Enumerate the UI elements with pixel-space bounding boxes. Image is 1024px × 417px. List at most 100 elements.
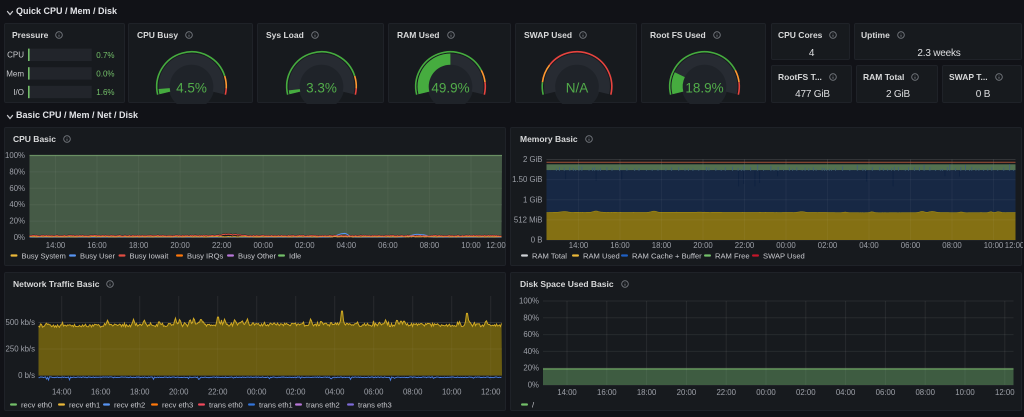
svg-text:500 kb/s: 500 kb/s: [6, 318, 36, 327]
svg-text:recv eth0: recv eth0: [21, 401, 52, 410]
svg-text:04:00: 04:00: [836, 388, 856, 397]
svg-text:14:00: 14:00: [569, 241, 589, 250]
svg-text:2 GiB: 2 GiB: [886, 89, 911, 100]
svg-text:06:00: 06:00: [876, 388, 896, 397]
svg-text:0 b/s: 0 b/s: [18, 371, 35, 380]
svg-text:14:00: 14:00: [52, 388, 72, 397]
svg-text:04:00: 04:00: [325, 388, 345, 397]
svg-text:00:00: 00:00: [247, 388, 267, 397]
svg-text:RAM Total: RAM Total: [532, 252, 567, 261]
svg-text:/: /: [532, 401, 535, 410]
svg-text:16:00: 16:00: [87, 241, 107, 250]
svg-text:22:00: 22:00: [716, 388, 736, 397]
svg-text:18:00: 18:00: [129, 241, 149, 250]
svg-text:08:00: 08:00: [420, 241, 440, 250]
svg-text:08:00: 08:00: [942, 241, 962, 250]
svg-text:20%: 20%: [523, 364, 539, 373]
svg-text:I/O: I/O: [13, 88, 24, 97]
svg-text:20:00: 20:00: [693, 241, 713, 250]
svg-text:trans eth1: trans eth1: [259, 401, 293, 410]
svg-text:04:00: 04:00: [859, 241, 879, 250]
svg-text:SWAP Used: SWAP Used: [763, 252, 805, 261]
svg-text:10:00: 10:00: [984, 241, 1004, 250]
svg-text:Busy User: Busy User: [80, 252, 115, 261]
svg-text:04:00: 04:00: [337, 241, 357, 250]
svg-text:40%: 40%: [9, 200, 25, 209]
svg-text:16:00: 16:00: [597, 388, 617, 397]
svg-text:80%: 80%: [523, 313, 539, 322]
svg-text:2 GiB: 2 GiB: [523, 155, 543, 164]
svg-text:18:00: 18:00: [637, 388, 657, 397]
svg-text:02:00: 02:00: [818, 241, 838, 250]
svg-text:100%: 100%: [519, 297, 539, 306]
svg-text:RAM Used: RAM Used: [583, 252, 620, 261]
svg-text:60%: 60%: [9, 184, 25, 193]
svg-text:CPU: CPU: [7, 51, 24, 60]
svg-text:Busy Other: Busy Other: [238, 252, 276, 261]
svg-text:trans eth0: trans eth0: [209, 401, 243, 410]
svg-text:Busy System: Busy System: [22, 252, 66, 261]
svg-text:06:00: 06:00: [901, 241, 921, 250]
svg-text:4: 4: [809, 48, 815, 59]
svg-text:4.5%: 4.5%: [176, 81, 207, 96]
svg-text:08:00: 08:00: [403, 388, 423, 397]
svg-text:512 MiB: 512 MiB: [514, 215, 543, 224]
svg-text:49.9%: 49.9%: [431, 81, 469, 96]
svg-text:16:00: 16:00: [91, 388, 111, 397]
svg-text:trans eth3: trans eth3: [358, 401, 392, 410]
svg-text:3.3%: 3.3%: [306, 81, 337, 96]
svg-text:RAM Cache + Buffer: RAM Cache + Buffer: [632, 252, 702, 261]
svg-text:Mem: Mem: [6, 69, 24, 78]
svg-text:10:00: 10:00: [955, 388, 975, 397]
svg-text:40%: 40%: [523, 347, 539, 356]
svg-text:14:00: 14:00: [557, 388, 577, 397]
svg-text:10:00: 10:00: [442, 388, 462, 397]
svg-text:12:00: 12:00: [481, 388, 501, 397]
svg-text:0.0%: 0.0%: [96, 70, 114, 79]
svg-text:06:00: 06:00: [364, 388, 384, 397]
svg-text:1.6%: 1.6%: [96, 88, 114, 97]
svg-text:recv eth2: recv eth2: [114, 401, 145, 410]
svg-text:18.9%: 18.9%: [685, 81, 723, 96]
svg-text:1.50 GiB: 1.50 GiB: [512, 175, 542, 184]
svg-text:100%: 100%: [5, 151, 25, 160]
svg-text:16:00: 16:00: [610, 241, 630, 250]
svg-text:2.3 weeks: 2.3 weeks: [917, 48, 960, 59]
svg-text:02:00: 02:00: [286, 388, 306, 397]
svg-text:0 B: 0 B: [976, 89, 991, 100]
svg-text:22:00: 22:00: [735, 241, 755, 250]
svg-text:trans eth2: trans eth2: [306, 401, 340, 410]
svg-text:20:00: 20:00: [170, 241, 190, 250]
svg-text:18:00: 18:00: [130, 388, 150, 397]
svg-text:22:00: 22:00: [208, 388, 228, 397]
svg-text:02:00: 02:00: [796, 388, 816, 397]
svg-text:0 B: 0 B: [531, 236, 543, 245]
svg-text:1 GiB: 1 GiB: [523, 195, 543, 204]
svg-text:20:00: 20:00: [677, 388, 697, 397]
svg-text:22:00: 22:00: [212, 241, 232, 250]
svg-text:477 GiB: 477 GiB: [795, 89, 830, 100]
svg-text:80%: 80%: [9, 167, 25, 176]
svg-text:20%: 20%: [9, 217, 25, 226]
svg-text:recv eth3: recv eth3: [162, 401, 193, 410]
svg-text:0%: 0%: [528, 381, 539, 390]
svg-text:20:00: 20:00: [169, 388, 189, 397]
svg-text:14:00: 14:00: [46, 241, 66, 250]
svg-text:18:00: 18:00: [652, 241, 672, 250]
svg-text:12:00: 12:00: [1005, 241, 1023, 250]
svg-text:recv eth1: recv eth1: [69, 401, 100, 410]
svg-text:60%: 60%: [523, 330, 539, 339]
svg-text:0.7%: 0.7%: [96, 51, 114, 60]
svg-text:N/A: N/A: [566, 81, 589, 96]
svg-text:00:00: 00:00: [756, 388, 776, 397]
svg-text:08:00: 08:00: [915, 388, 935, 397]
svg-text:0%: 0%: [14, 233, 25, 242]
svg-text:Busy IRQs: Busy IRQs: [187, 252, 223, 261]
svg-text:Idle: Idle: [289, 252, 301, 261]
svg-text:10:00: 10:00: [461, 241, 481, 250]
svg-text:12:00: 12:00: [995, 388, 1015, 397]
svg-text:02:00: 02:00: [295, 241, 315, 250]
svg-text:00:00: 00:00: [253, 241, 273, 250]
svg-text:Busy Iowait: Busy Iowait: [130, 252, 170, 261]
svg-text:06:00: 06:00: [378, 241, 398, 250]
